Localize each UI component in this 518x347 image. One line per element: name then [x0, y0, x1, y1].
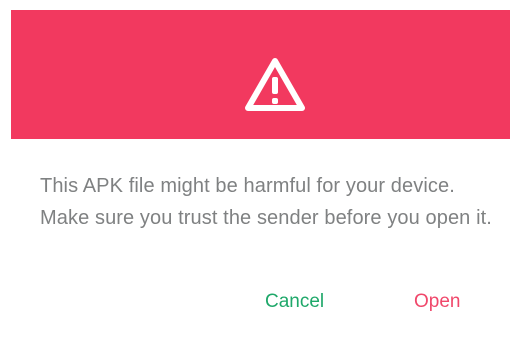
open-button[interactable]: Open — [414, 285, 474, 319]
dialog-actions: Cancel Open — [0, 285, 518, 319]
dialog-header — [11, 10, 510, 139]
cancel-button[interactable]: Cancel — [265, 285, 341, 319]
apk-warning-dialog: This APK file might be harmful for your … — [0, 0, 518, 347]
warning-triangle-icon — [245, 58, 305, 111]
dialog-message: This APK file might be harmful for your … — [40, 175, 492, 229]
